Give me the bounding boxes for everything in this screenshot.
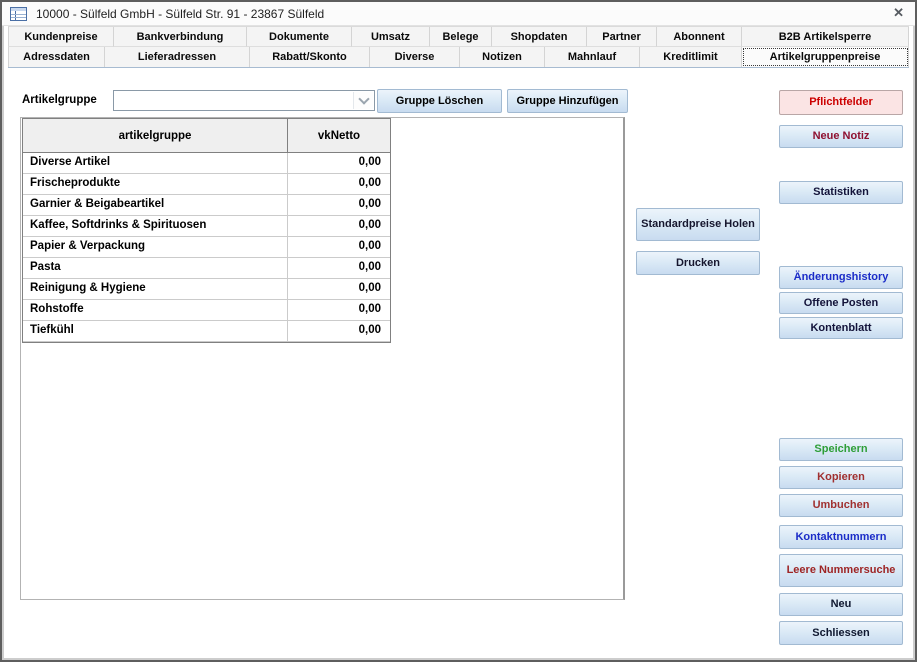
artikelgruppe-cell[interactable]: Papier & Verpackung: [23, 237, 288, 257]
artikelgruppen-panel: artikelgruppe vkNetto Diverse Artikel 0,…: [20, 117, 625, 600]
vknetto-cell[interactable]: 0,00: [288, 258, 390, 278]
tab-row-1: Kundenpreise Bankverbindung Dokumente Um…: [8, 27, 909, 47]
kontaktnummern-button[interactable]: Kontaktnummern: [779, 525, 903, 549]
form-icon: [10, 6, 27, 21]
vknetto-cell[interactable]: 0,00: [288, 300, 390, 320]
tab-partner[interactable]: Partner: [587, 27, 657, 47]
table-row[interactable]: Papier & Verpackung 0,00: [23, 237, 390, 258]
standardpreise-holen-button[interactable]: Standardpreise Holen: [636, 208, 760, 241]
artikelgruppen-table: artikelgruppe vkNetto Diverse Artikel 0,…: [22, 118, 391, 343]
drucken-button[interactable]: Drucken: [636, 251, 760, 275]
vknetto-cell[interactable]: 0,00: [288, 174, 390, 194]
tab-notizen[interactable]: Notizen: [460, 47, 545, 67]
tab-bankverbindung[interactable]: Bankverbindung: [114, 27, 247, 47]
leere-nummersuche-button[interactable]: Leere Nummersuche: [779, 554, 903, 587]
statistiken-button[interactable]: Statistiken: [779, 181, 903, 204]
neue-notiz-button[interactable]: Neue Notiz: [779, 125, 903, 148]
combobox-dropdown-button[interactable]: [353, 92, 373, 109]
app-window: 10000 - Sülfeld GmbH - Sülfeld Str. 91 -…: [0, 0, 917, 662]
vknetto-cell[interactable]: 0,00: [288, 321, 390, 341]
vknetto-cell[interactable]: 0,00: [288, 279, 390, 299]
chevron-down-icon: [357, 93, 370, 105]
schliessen-button[interactable]: Schliessen: [779, 621, 903, 645]
table-row[interactable]: Rohstoffe 0,00: [23, 300, 390, 321]
tab-shopdaten[interactable]: Shopdaten: [492, 27, 587, 47]
tab-lieferadressen[interactable]: Lieferadressen: [105, 47, 250, 67]
tab-kundenpreise[interactable]: Kundenpreise: [8, 27, 114, 47]
vknetto-cell[interactable]: 0,00: [288, 153, 390, 173]
vknetto-cell[interactable]: 0,00: [288, 195, 390, 215]
window-title: 10000 - Sülfeld GmbH - Sülfeld Str. 91 -…: [36, 6, 325, 21]
tab-belege[interactable]: Belege: [430, 27, 492, 47]
artikelgruppe-cell[interactable]: Rohstoffe: [23, 300, 288, 320]
tab-umsatz[interactable]: Umsatz: [352, 27, 430, 47]
tab-rabatt-skonto[interactable]: Rabatt/Skonto: [250, 47, 370, 67]
tab-diverse[interactable]: Diverse: [370, 47, 460, 67]
kopieren-button[interactable]: Kopieren: [779, 466, 903, 489]
artikelgruppe-cell[interactable]: Tiefkühl: [23, 321, 288, 341]
vknetto-column-header[interactable]: vkNetto: [288, 119, 390, 152]
tab-artikelgruppenpreise[interactable]: Artikelgruppenpreise: [742, 47, 909, 67]
speichern-button[interactable]: Speichern: [779, 438, 903, 461]
artikelgruppe-cell[interactable]: Frischeprodukte: [23, 174, 288, 194]
gruppe-loeschen-button[interactable]: Gruppe Löschen: [377, 89, 502, 113]
neu-button[interactable]: Neu: [779, 593, 903, 616]
artikelgruppe-cell[interactable]: Kaffee, Softdrinks & Spirituosen: [23, 216, 288, 236]
tab-adressdaten[interactable]: Adressdaten: [8, 47, 105, 67]
vknetto-cell[interactable]: 0,00: [288, 237, 390, 257]
artikelgruppe-cell[interactable]: Reinigung & Hygiene: [23, 279, 288, 299]
table-row[interactable]: Garnier & Beigabeartikel 0,00: [23, 195, 390, 216]
gruppe-hinzufuegen-button[interactable]: Gruppe Hinzufügen: [507, 89, 628, 113]
artikelgruppe-label: Artikelgruppe: [22, 94, 97, 106]
table-row[interactable]: Pasta 0,00: [23, 258, 390, 279]
table-row[interactable]: Diverse Artikel 0,00: [23, 153, 390, 174]
aenderungshistory-button[interactable]: Änderungshistory: [779, 266, 903, 289]
kontenblatt-button[interactable]: Kontenblatt: [779, 317, 903, 339]
umbuchen-button[interactable]: Umbuchen: [779, 494, 903, 517]
table-row[interactable]: Tiefkühl 0,00: [23, 321, 390, 342]
artikelgruppe-combobox[interactable]: [113, 90, 375, 111]
offene-posten-button[interactable]: Offene Posten: [779, 292, 903, 314]
tab-mahnlauf[interactable]: Mahnlauf: [545, 47, 640, 67]
table-header-row: artikelgruppe vkNetto: [23, 119, 390, 153]
artikelgruppe-cell[interactable]: Diverse Artikel: [23, 153, 288, 173]
tab-b2b-artikelsperre[interactable]: B2B Artikelsperre: [742, 27, 909, 47]
table-row[interactable]: Kaffee, Softdrinks & Spirituosen 0,00: [23, 216, 390, 237]
tab-kreditlimit[interactable]: Kreditlimit: [640, 47, 742, 67]
table-row[interactable]: Frischeprodukte 0,00: [23, 174, 390, 195]
table-row[interactable]: Reinigung & Hygiene 0,00: [23, 279, 390, 300]
close-icon[interactable]: ✕: [893, 5, 904, 21]
tab-strip: Kundenpreise Bankverbindung Dokumente Um…: [8, 26, 909, 68]
tab-dokumente[interactable]: Dokumente: [247, 27, 352, 47]
tab-row-2: Adressdaten Lieferadressen Rabatt/Skonto…: [8, 47, 909, 67]
artikelgruppe-cell[interactable]: Pasta: [23, 258, 288, 278]
vknetto-cell[interactable]: 0,00: [288, 216, 390, 236]
pflichtfelder-button[interactable]: Pflichtfelder: [779, 90, 903, 115]
title-bar: 10000 - Sülfeld GmbH - Sülfeld Str. 91 -…: [2, 2, 915, 26]
artikelgruppe-column-header[interactable]: artikelgruppe: [23, 119, 288, 152]
artikelgruppe-cell[interactable]: Garnier & Beigabeartikel: [23, 195, 288, 215]
tab-abonnent[interactable]: Abonnent: [657, 27, 742, 47]
